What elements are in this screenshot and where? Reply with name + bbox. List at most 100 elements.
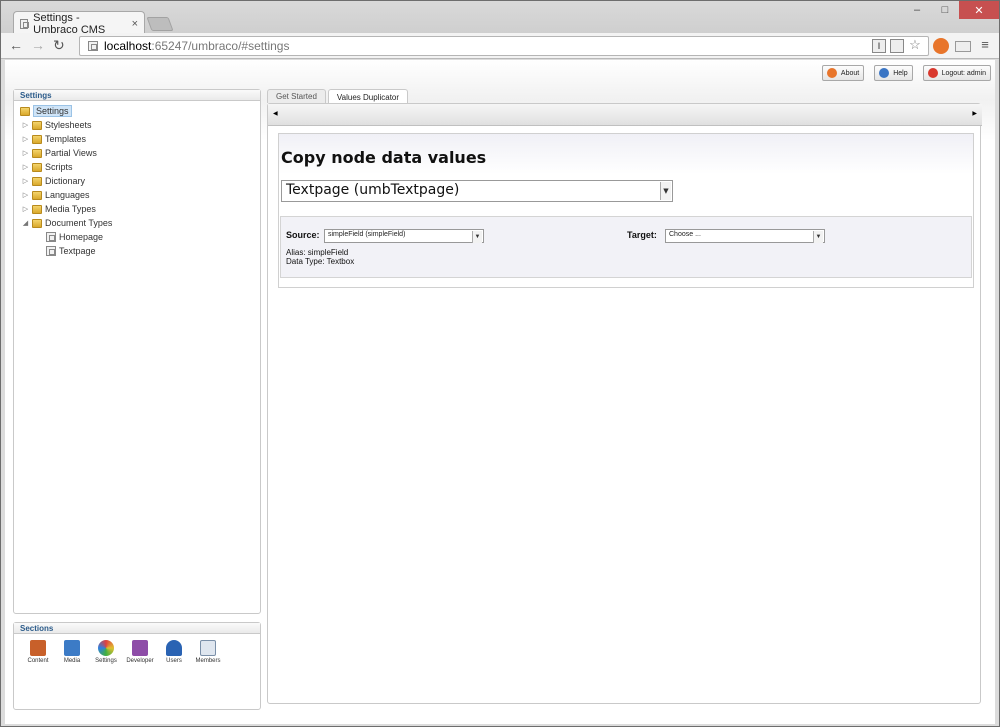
tree-item-textpage[interactable]: Textpage [46, 244, 260, 258]
tree-item-label: Languages [45, 190, 90, 200]
logout-button[interactable]: Logout: admin [922, 65, 991, 81]
folder-icon [32, 176, 42, 186]
section-settings[interactable]: Settings [92, 640, 120, 664]
logout-label: Logout: admin [941, 69, 986, 77]
expand-arrow-icon[interactable]: ▷ [22, 121, 29, 129]
page-icon [88, 41, 98, 51]
tree-root[interactable]: Settings [20, 104, 260, 118]
page-title: Copy node data values [281, 148, 487, 167]
browser-titlebar: Settings - Umbraco CMS × – □ ✕ [1, 1, 999, 36]
section-media[interactable]: Media [58, 640, 86, 664]
tab-values-duplicator[interactable]: Values Duplicator [327, 89, 409, 104]
browser-window: Settings - Umbraco CMS × – □ ✕ ← → ↻ loc… [0, 0, 1000, 727]
reload-icon[interactable]: ↻ [53, 37, 65, 54]
section-label: Users [166, 658, 182, 664]
field-meta: Alias: simpleField Data Type: Textbox [286, 248, 354, 266]
section-label: Settings [95, 658, 117, 664]
maximize-button[interactable]: □ [931, 1, 959, 19]
content-tabs: Get Started Values Duplicator [267, 89, 409, 104]
tree-item-label: Media Types [45, 204, 96, 214]
close-tab-icon[interactable]: × [132, 18, 138, 30]
close-window-button[interactable]: ✕ [959, 1, 999, 19]
tree-item-stylesheets[interactable]: ▷ Stylesheets [22, 118, 260, 132]
chevron-down-icon: ▼ [472, 231, 482, 243]
page-icon [20, 18, 30, 29]
developer-icon [132, 640, 148, 656]
section-developer[interactable]: Developer [126, 640, 154, 664]
folder-icon [32, 204, 42, 214]
about-button[interactable]: About [821, 65, 865, 81]
browser-toolbar: ← → ↻ localhost:65247/umbraco/#settings … [1, 33, 999, 59]
settings-icon [98, 640, 114, 656]
url-host: localhost [104, 39, 152, 53]
tree-item-label: Stylesheets [45, 120, 92, 130]
umbraco-app: About Help Logout: admin Settings Settin… [5, 60, 995, 724]
sections-panel-title: Sections [14, 623, 260, 634]
help-button[interactable]: Help [874, 65, 913, 81]
mapping-row: Source: simpleField (simpleField) ▼ Targ… [280, 216, 972, 278]
minimize-button[interactable]: – [903, 1, 931, 19]
section-label: Media [63, 658, 81, 664]
expand-arrow-icon[interactable]: ▷ [22, 135, 29, 143]
folder-icon [32, 148, 42, 158]
tab-get-started[interactable]: Get Started [267, 89, 326, 103]
header-actions: About Help Logout: admin [821, 65, 991, 81]
tree-item-templates[interactable]: ▷ Templates [22, 132, 260, 146]
folder-icon [32, 162, 42, 172]
tree-item-label: Partial Views [45, 148, 97, 158]
star-icon[interactable]: ☆ [908, 38, 922, 53]
section-content[interactable]: Content [24, 640, 52, 664]
tree-item-languages[interactable]: ▷ Languages [22, 188, 260, 202]
address-bar-icons: I ☆ [872, 38, 922, 53]
expand-arrow-icon[interactable]: ▷ [22, 205, 29, 213]
document-type-select[interactable]: Textpage (umbTextpage) ▼ [281, 180, 673, 202]
expand-arrow-icon[interactable]: ▷ [22, 149, 29, 157]
tree-item-homepage[interactable]: Homepage [46, 230, 260, 244]
collapse-arrow-icon[interactable]: ◢ [22, 219, 29, 227]
help-icon [879, 68, 890, 78]
folder-icon [32, 134, 42, 144]
section-members[interactable]: Members [194, 640, 222, 664]
document-type-select-value: Textpage (umbTextpage) [286, 182, 460, 198]
users-icon [166, 640, 182, 656]
content-icon [30, 640, 46, 656]
media-icon [64, 640, 80, 656]
target-select[interactable]: Choose ... ▼ [665, 229, 825, 243]
source-select[interactable]: simpleField (simpleField) ▼ [324, 229, 484, 243]
expand-arrow-icon[interactable]: ▷ [22, 191, 29, 199]
scroll-left-icon[interactable]: ◀ [273, 110, 278, 117]
tree-item-label: Scripts [45, 162, 73, 172]
expand-arrow-icon[interactable]: ▷ [22, 163, 29, 171]
mail-icon[interactable] [955, 41, 971, 52]
scroll-right-icon[interactable]: ▶ [972, 110, 977, 117]
reader-icon[interactable]: I [872, 39, 886, 53]
forward-arrow-icon[interactable]: → [31, 37, 45, 53]
tree-item-partial-views[interactable]: ▷ Partial Views [22, 146, 260, 160]
sections-panel: Sections Content Media Settings Develope… [13, 622, 261, 710]
section-users[interactable]: Users [160, 640, 188, 664]
tree-panel: Settings Settings ▷ Stylesheets ▷ Template… [13, 89, 261, 614]
expand-arrow-icon[interactable]: ▷ [22, 177, 29, 185]
alias-text: Alias: simpleField [286, 248, 349, 257]
tree-item-dictionary[interactable]: ▷ Dictionary [22, 174, 260, 188]
window-controls: – □ ✕ [903, 1, 999, 19]
tree-item-document-types[interactable]: ◢ Document Types [22, 216, 260, 230]
browser-tab[interactable]: Settings - Umbraco CMS × [13, 11, 145, 36]
source-select-value: simpleField (simpleField) [328, 231, 406, 238]
source-label: Source: [286, 230, 320, 240]
page-action-icon[interactable] [890, 39, 904, 53]
new-tab-button[interactable] [146, 17, 174, 31]
values-duplicator-box: Copy node data values Textpage (umbTextp… [278, 133, 974, 288]
tree-root-label: Settings [33, 105, 72, 117]
section-label: Content [27, 658, 49, 664]
folder-icon [32, 120, 42, 130]
menu-icon[interactable]: ≡ [977, 38, 993, 54]
tab-scroll-strip: ◀ ▶ [268, 104, 982, 126]
umbraco-extension-icon[interactable] [933, 38, 949, 54]
back-arrow-icon[interactable]: ← [9, 37, 23, 53]
tree-item-media-types[interactable]: ▷ Media Types [22, 202, 260, 216]
members-icon [200, 640, 216, 656]
address-bar[interactable]: localhost:65247/umbraco/#settings I ☆ [79, 36, 929, 56]
about-label: About [840, 69, 860, 77]
tree-item-scripts[interactable]: ▷ Scripts [22, 160, 260, 174]
